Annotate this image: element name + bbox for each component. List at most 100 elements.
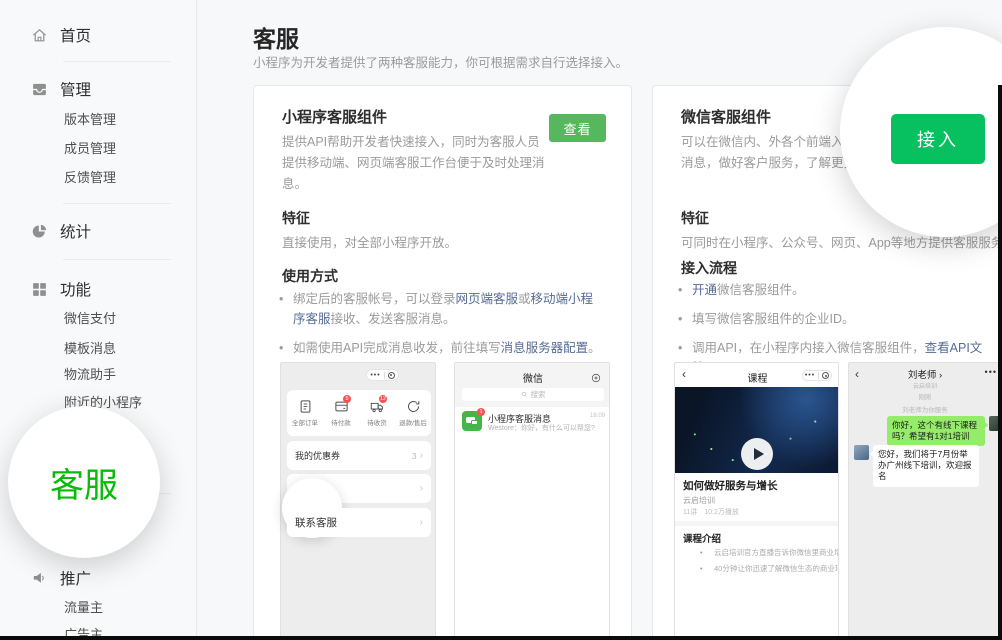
chat-preview: Westore：你好，有什么可以帮您? — [488, 423, 600, 433]
sidebar-item-version-manage[interactable]: 版本管理 — [64, 110, 116, 130]
unread-badge: 1 — [477, 408, 485, 416]
grid-icon — [31, 281, 48, 298]
sidebar-label-features: 功能 — [60, 278, 91, 300]
shortcut-all-orders: 全部订单 — [287, 399, 323, 427]
mp-console-customer-service-page: 首页 管理 版本管理 成员管理 反馈管理 统计 功能 微信支付 模板消息 — [0, 0, 1002, 640]
sidebar-label-promotion: 推广 — [60, 567, 91, 589]
chevron-right-icon — [420, 518, 423, 528]
service-message-avatar: 1 — [462, 411, 482, 431]
shortcut-pending-payment: 5 待付款 — [323, 399, 359, 427]
sidebar-label-manage: 管理 — [60, 78, 91, 100]
video-title: 如何做好服务与增长 — [683, 478, 778, 493]
chevron-right-icon — [420, 484, 423, 494]
usage-bullet: 绑定后的客服帐号，可以登录网页端客服或移动端小程序客服接收、发送客服消息。 — [279, 289, 601, 329]
capsule-divider — [384, 372, 385, 379]
text-segment: 。 — [588, 341, 601, 355]
flow-bullet: 开通微信客服组件。 — [678, 280, 1000, 300]
miniprogram-capsule — [802, 370, 832, 381]
text-segment: 如需使用API完成消息收发，前往填写 — [293, 341, 501, 355]
orders-icon — [298, 399, 313, 414]
incoming-message: 您好，我们将于7月份举办广州线下培训，欢迎报名 — [873, 445, 979, 487]
inline-link[interactable]: 开通 — [692, 283, 717, 297]
course-intro-list: 云启培训官方直播告诉你微信里商业增长的“正道”在哪里。 40分钟让你迅速了解微信… — [700, 547, 839, 578]
join-button[interactable]: 接入 — [891, 114, 985, 164]
sidebar-item-traffic-owner[interactable]: 流量主 — [64, 598, 103, 618]
text-segment: 接收、发送客服消息。 — [331, 312, 456, 326]
text-segment: 绑定后的客服帐号，可以登录 — [293, 292, 456, 306]
inline-link[interactable]: 消息服务器配置 — [501, 341, 589, 355]
flow-heading: 接入流程 — [681, 258, 737, 278]
text-segment: 微信客服组件。 — [717, 283, 805, 297]
row-value: 3 — [412, 451, 417, 461]
card-title: 小程序客服组件 — [282, 106, 387, 127]
phone-mock-course-page: 课程 如何做好服务与增长 云启培训 11讲 10.2万播放 课程介绍 云启培训官… — [674, 362, 839, 640]
chevron-right-icon — [420, 451, 423, 461]
usage-heading: 使用方式 — [282, 266, 338, 286]
teacher-org: 云启培训 — [849, 381, 1001, 390]
phone-mock-wechat-chatlist: 微信 搜索 1 小程序客服消息 16:09 Westore：你好，有什么可以帮您… — [454, 362, 610, 640]
pie-chart-icon — [31, 223, 48, 240]
refund-icon — [406, 399, 421, 414]
sidebar-item-logistics[interactable]: 物流助手 — [64, 365, 116, 385]
chat-header: 刘老师 › 云启培训 — [849, 367, 1001, 390]
search-placeholder: 搜索 — [531, 389, 546, 400]
sidebar-item-manage[interactable]: 管理 — [0, 77, 196, 101]
feature-text: 直接使用，对全部小程序开放。 — [282, 232, 457, 251]
sidebar-item-customer-service-highlight[interactable]: 客服 — [8, 406, 160, 558]
text-segment: 填写微信客服组件的企业ID。 — [692, 312, 855, 326]
course-intro-item: 云启培训官方直播告诉你微信里商业增长的“正道”在哪里。 — [700, 547, 839, 559]
sidebar-divider — [63, 259, 171, 260]
sidebar-divider — [63, 61, 171, 62]
order-shortcuts-card: 全部订单 5 待付款 12 待收货 退款/售后 — [287, 390, 431, 436]
video-publisher: 云启培训 — [683, 495, 715, 506]
wechat-title: 微信 — [455, 370, 610, 385]
text-segment: 调用API，在小程序内接入微信客服组件， — [692, 341, 925, 355]
feature-heading: 特征 — [681, 208, 709, 228]
card-description: 提供API帮助开发者快速接入，同时为客服人员提供移动端、网页端客服工作台便于及时… — [282, 132, 550, 195]
sidebar-divider — [63, 203, 171, 204]
shortcut-label: 退款/售后 — [399, 417, 427, 427]
inline-link[interactable]: 网页端客服 — [456, 292, 519, 306]
right-edge-bar — [998, 85, 1002, 640]
more-icon — [805, 372, 815, 379]
shortcut-pending-delivery: 12 待收货 — [359, 399, 395, 427]
text-segment: 或 — [518, 292, 531, 306]
inbox-icon — [31, 81, 48, 98]
sidebar-item-promotion[interactable]: 推广 — [0, 566, 196, 590]
shortcut-label: 全部订单 — [292, 417, 318, 427]
sidebar-item-features[interactable]: 功能 — [0, 277, 196, 301]
sidebar-item-home[interactable]: 首页 — [0, 23, 196, 47]
page-subtitle: 小程序为开发者提供了两种客服能力，你可根据需求自行选择接入。 — [253, 52, 628, 71]
course-intro-heading: 课程介绍 — [683, 531, 721, 545]
sidebar-label-home: 首页 — [60, 24, 91, 46]
sidebar-item-wechat-pay[interactable]: 微信支付 — [64, 309, 116, 329]
shortcut-label: 待收货 — [367, 417, 387, 427]
course-intro-item: 40分钟让你迅速了解微信生态的商业环境 — [700, 563, 839, 575]
sidebar-item-template-message[interactable]: 模板消息 — [64, 339, 116, 359]
chat-time: 16:09 — [590, 413, 605, 419]
row-my-coupons: 我的优惠券 3 — [287, 441, 431, 470]
miniprogram-capsule — [366, 369, 399, 381]
outgoing-message: 你好，这个有线下课程吗？希望有1对1培训 — [887, 416, 985, 446]
miniprogram-service-card: 小程序客服组件 查看 提供API帮助开发者快速接入，同时为客服人员提供移动端、网… — [253, 85, 632, 640]
row-label: 联系客服 — [295, 515, 337, 530]
usage-list: 绑定后的客服帐号，可以登录网页端客服或移动端小程序客服接收、发送客服消息。 如需… — [279, 289, 609, 367]
phone-mock-service-chat: 刘老师 › 云启培训 刚刚 刘老师为你服务 你好，这个有线下课程吗？希望有1对1… — [848, 362, 1002, 640]
teacher-name: 刘老师 › — [849, 367, 1001, 381]
sidebar-item-feedback-manage[interactable]: 反馈管理 — [64, 168, 116, 188]
sidebar-item-member-manage[interactable]: 成员管理 — [64, 139, 116, 159]
flow-bullet: 填写微信客服组件的企业ID。 — [678, 309, 1000, 329]
home-icon — [31, 27, 48, 44]
badge-count: 5 — [343, 395, 351, 403]
feature-heading: 特征 — [282, 208, 310, 228]
plus-circle-icon — [591, 370, 601, 380]
teacher-avatar — [854, 445, 869, 460]
badge-count: 12 — [379, 395, 387, 403]
bottom-edge-bar — [0, 636, 1002, 640]
chatlist-body — [455, 435, 610, 640]
megaphone-icon — [31, 570, 48, 587]
play-button[interactable] — [741, 438, 773, 470]
view-button[interactable]: 查看 — [549, 114, 606, 142]
sidebar-item-statistics[interactable]: 统计 — [0, 219, 196, 243]
chat-timestamp: 刚刚 — [849, 391, 1001, 401]
